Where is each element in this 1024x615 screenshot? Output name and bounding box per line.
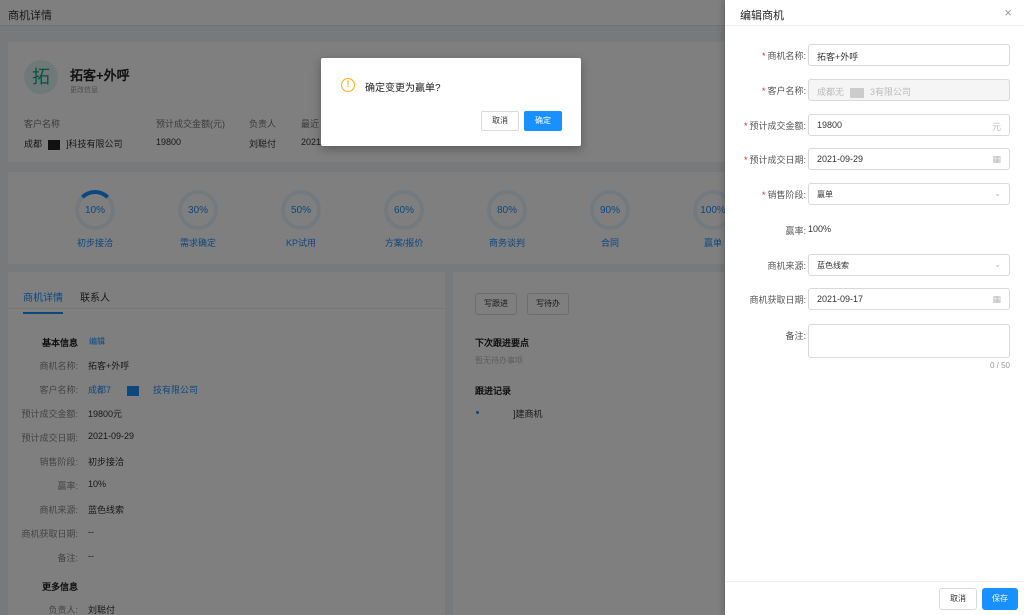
confirm-dialog: ! 确定变更为赢单? 取消 确定	[321, 58, 581, 146]
calendar-icon: ▦	[992, 154, 1001, 164]
field-get-date: 商机获取日期: 2021-09-17 ▦	[725, 288, 1024, 310]
field-amount: * 预计成交金额: 19800 元	[725, 114, 1024, 136]
drawer-header: 编辑商机 ×	[725, 0, 1024, 26]
field-name: * 商机名称: 拓客+外呼	[725, 44, 1024, 66]
close-icon[interactable]: ×	[1004, 5, 1012, 20]
remark-char-count: 0 / 50	[989, 361, 1010, 370]
amount-input[interactable]: 19800 元	[808, 114, 1010, 136]
cancel-button[interactable]: 取消	[939, 588, 977, 610]
chevron-down-icon: ⌄	[994, 260, 1001, 269]
edit-opportunity-drawer: 编辑商机 × * 商机名称: 拓客+外呼 * 客户名称: 成都无 3有限公司 * 预计成…	[725, 0, 1024, 615]
close-date-picker[interactable]: 2021-09-29 ▦	[808, 148, 1010, 170]
drawer-title: 编辑商机	[740, 10, 784, 22]
drawer-footer: 取消 保存	[725, 581, 1024, 615]
confirm-message: 确定变更为赢单?	[365, 83, 441, 94]
field-stage: * 销售阶段: 赢单 ⌄	[725, 183, 1024, 205]
remark-textarea[interactable]	[808, 324, 1010, 358]
chevron-down-icon: ⌄	[994, 189, 1001, 198]
field-close-date: * 预计成交日期: 2021-09-29 ▦	[725, 148, 1024, 170]
rate-value: 100%	[808, 224, 832, 234]
calendar-icon: ▦	[992, 294, 1001, 304]
customer-input: 成都无 3有限公司	[808, 79, 1010, 101]
warning-icon: !	[341, 78, 355, 92]
dialog-cancel-button[interactable]: 取消	[481, 111, 519, 131]
field-customer: * 客户名称: 成都无 3有限公司	[725, 79, 1024, 101]
field-rate: 赢率: 100%	[785, 224, 832, 236]
get-date-picker[interactable]: 2021-09-17 ▦	[808, 288, 1010, 310]
save-button[interactable]: 保存	[982, 588, 1018, 610]
name-input[interactable]: 拓客+外呼	[808, 44, 1010, 66]
source-select[interactable]: 蓝色线索 ⌄	[808, 254, 1010, 276]
stage-select[interactable]: 赢单 ⌄	[808, 183, 1010, 205]
yuan-suffix: 元	[991, 122, 1001, 132]
field-source: 商机来源: 蓝色线索 ⌄	[725, 254, 1024, 276]
dialog-confirm-button[interactable]: 确定	[524, 111, 562, 131]
field-remark: 备注:	[725, 324, 1024, 360]
